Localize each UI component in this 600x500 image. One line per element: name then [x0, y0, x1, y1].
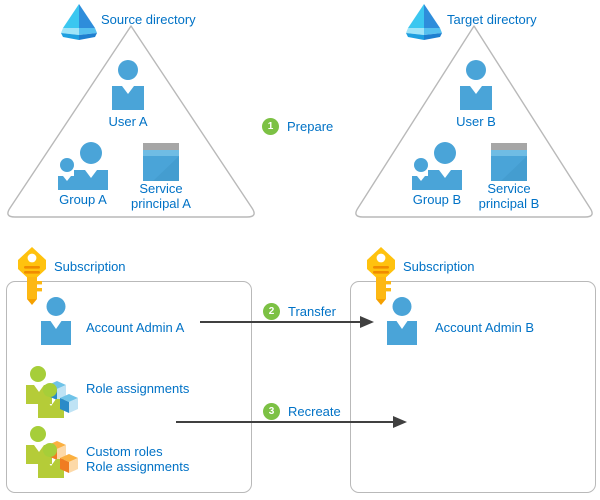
target-user-label: User B	[456, 114, 496, 129]
service-principal-icon	[143, 143, 179, 181]
source-user-label: User A	[108, 114, 148, 129]
azure-ad-pyramid-icon	[406, 4, 442, 40]
source-custom-roles-label-line1: Custom roles	[86, 444, 163, 459]
group-icon	[412, 142, 462, 190]
group-icon	[58, 142, 108, 190]
target-directory-label: Target directory	[447, 12, 537, 27]
source-directory-label: Source directory	[101, 12, 196, 27]
source-role-assignments-label: Role assignments	[86, 381, 190, 396]
user-icon	[460, 60, 492, 110]
custom-role-icon	[26, 426, 78, 478]
source-group-label: Group A	[59, 192, 107, 207]
step-1-badge: 1	[262, 118, 279, 135]
step-1-label: Prepare	[287, 119, 334, 134]
step-2-badge: 2	[263, 303, 280, 320]
target-service-principal-label-line1: Service	[487, 181, 531, 196]
azure-directory-transfer-diagram: Source directory User A Group A Service …	[0, 0, 600, 500]
target-group-label: Group B	[412, 192, 462, 207]
azure-ad-pyramid-icon	[61, 4, 97, 40]
source-service-principal-label-line2: principal A	[131, 196, 191, 211]
target-subscription-label: Subscription	[403, 259, 475, 274]
service-principal-icon	[491, 143, 527, 181]
user-icon	[41, 297, 71, 345]
role-assignment-icon	[26, 366, 78, 418]
user-icon	[387, 297, 417, 345]
target-service-principal-label-line2: principal B	[478, 196, 540, 211]
source-account-admin-label: Account Admin A	[86, 320, 185, 335]
step-3-label: Recreate	[288, 404, 341, 419]
target-account-admin-label: Account Admin B	[435, 320, 534, 335]
step-3-badge: 3	[263, 403, 280, 420]
source-subscription-label: Subscription	[54, 259, 126, 274]
step-2-label: Transfer	[288, 304, 336, 319]
source-service-principal-label-line1: Service	[139, 181, 183, 196]
user-icon	[112, 60, 144, 110]
source-custom-roles-label-line2: Role assignments	[86, 459, 190, 474]
